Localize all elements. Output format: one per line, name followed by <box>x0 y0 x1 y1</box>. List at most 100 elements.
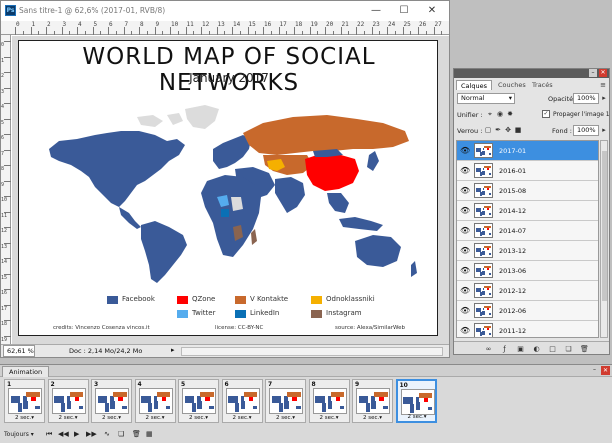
propagate-checkbox[interactable]: ✓ <box>542 110 550 118</box>
lock-all-icon[interactable]: ■ <box>514 126 522 134</box>
layer-row[interactable]: 👁 2016-01 <box>457 161 598 181</box>
eye-icon[interactable]: 👁 <box>460 267 470 275</box>
previous-frame-icon[interactable]: ◀◀ <box>58 430 69 439</box>
layer-row[interactable]: 👁 2012-12 <box>457 281 598 301</box>
eye-icon[interactable]: 👁 <box>460 287 470 295</box>
frame-delay-value: 2 sec. <box>362 415 380 421</box>
animation-frame[interactable]: 8 2 sec.▾ <box>308 379 350 423</box>
tween-icon[interactable]: ∿ <box>104 430 110 439</box>
lock-transparency-icon[interactable]: ▢ <box>484 126 492 134</box>
animation-frame[interactable]: 1 2 sec.▾ <box>4 379 45 423</box>
close-button[interactable]: ✕ <box>417 3 447 19</box>
delete-frame-icon[interactable]: 🗑 <box>132 430 141 439</box>
layer-list-scrollbar[interactable] <box>600 140 608 338</box>
blend-mode-select[interactable]: Normal ▾ <box>457 93 515 104</box>
eye-icon[interactable]: 👁 <box>460 167 470 175</box>
document-info[interactable]: Doc : 2,14 Mo/24,2 Mo <box>69 347 142 355</box>
ruler-number: 0 <box>1 42 5 48</box>
horizontal-ruler[interactable]: 0 1 2 3 4 5 6 7 8 9 10 11 12 13 14 15 16 17 18 19 20 21 22 23 24… <box>1 21 449 35</box>
animation-frame[interactable]: 4 2 sec.▾ <box>134 379 176 423</box>
opacity-arrow-icon[interactable]: ▸ <box>600 94 608 102</box>
trash-icon[interactable]: 🗑 <box>580 345 589 353</box>
layer-list[interactable]: 👁 2017-01 👁 2016-01 👁 2015-08 👁 2014-12 👁 2014-07… <box>456 140 599 338</box>
eye-icon[interactable]: 👁 <box>460 307 470 315</box>
lock-pixels-icon[interactable]: ✒ <box>494 126 502 134</box>
scrollbar-thumb[interactable] <box>602 151 607 301</box>
link-icon[interactable]: ∞ <box>484 345 493 353</box>
ruler-tick <box>4 87 11 89</box>
animation-frame[interactable]: 9 2 sec.▾ <box>352 379 393 423</box>
eye-icon[interactable]: 👁 <box>460 327 470 335</box>
tab-calques[interactable]: Calques <box>456 80 492 90</box>
panel-menu-icon[interactable]: ≡ <box>599 81 607 89</box>
layer-row[interactable]: 👁 2013-12 <box>457 241 598 261</box>
first-frame-icon[interactable]: ⏮ <box>46 430 52 439</box>
frame-delay[interactable]: 2 sec.▾ <box>49 415 88 421</box>
new-layer-icon[interactable]: ❏ <box>564 345 573 353</box>
layer-row[interactable]: 👁 2014-07 <box>457 221 598 241</box>
convert-timeline-icon[interactable]: ▦ <box>146 430 153 439</box>
eye-icon[interactable]: 👁 <box>460 187 470 195</box>
animation-frame[interactable]: 7 2 sec.▾ <box>265 379 306 423</box>
loop-value: Toujours <box>4 431 29 438</box>
frame-delay[interactable]: 2 sec.▾ <box>179 415 218 421</box>
adjustment-icon[interactable]: ◐ <box>532 345 541 353</box>
eye-icon[interactable]: 👁 <box>460 227 470 235</box>
eye-icon[interactable]: 👁 <box>460 247 470 255</box>
group-icon[interactable]: □ <box>548 345 557 353</box>
layer-row[interactable]: 👁 2017-01 <box>457 141 598 161</box>
unify-visibility-icon[interactable]: ◉ <box>496 110 504 118</box>
fill-arrow-icon[interactable]: ▸ <box>600 126 608 134</box>
status-menu-arrow-icon[interactable]: ▸ <box>171 346 175 354</box>
panel-collapse-icon[interactable]: – <box>590 366 599 375</box>
frame-delay[interactable]: 2 sec.▾ <box>353 415 392 421</box>
panel-header[interactable]: – ✕ <box>454 69 609 78</box>
frame-delay[interactable]: 2 sec.▾ <box>92 415 131 421</box>
tab-couches[interactable]: Couches <box>494 80 530 90</box>
map-artboard[interactable]: WORLD MAP OF SOCIAL NETWORKS January 201… <box>18 40 438 336</box>
animation-frame[interactable]: 10 2 sec.▾ <box>395 379 437 423</box>
eye-icon[interactable]: 👁 <box>460 207 470 215</box>
unify-style-icon[interactable]: ✸ <box>506 110 514 118</box>
horizontal-scrollbar[interactable] <box>181 347 443 356</box>
vertical-ruler[interactable]: 0 1 2 3 4 5 6 7 8 9 10 11 12 13 14 15 16 17 18 19 <box>1 35 11 345</box>
panel-collapse-icon[interactable]: – <box>589 69 597 77</box>
frame-delay[interactable]: 2 sec.▾ <box>398 414 437 420</box>
frame-delay[interactable]: 2 sec.▾ <box>266 415 305 421</box>
panel-close-icon[interactable]: ✕ <box>601 366 610 375</box>
layer-thumbnail <box>474 163 493 178</box>
fill-label: Fond : <box>552 127 572 135</box>
ruler-number: 13 <box>1 243 8 250</box>
tab-traces[interactable]: Tracés <box>528 80 557 90</box>
unify-position-icon[interactable]: ⌖ <box>486 110 494 118</box>
animation-frame[interactable]: 6 2 sec.▾ <box>221 379 263 423</box>
frame-delay[interactable]: 2 sec.▾ <box>5 415 44 421</box>
layer-row[interactable]: 👁 2014-12 <box>457 201 598 221</box>
eye-icon[interactable]: 👁 <box>460 147 470 155</box>
animation-frame[interactable]: 3 2 sec.▾ <box>91 379 132 423</box>
layer-row[interactable]: 👁 2015-08 <box>457 181 598 201</box>
layer-row[interactable]: 👁 2013-06 <box>457 261 598 281</box>
minimize-button[interactable]: — <box>363 3 389 19</box>
opacity-field[interactable]: 100% <box>573 93 599 104</box>
frame-delay[interactable]: 2 sec.▾ <box>310 415 349 421</box>
animation-frame[interactable]: 5 2 sec.▾ <box>178 379 219 423</box>
tab-animation[interactable]: Animation <box>2 366 50 377</box>
frame-delay[interactable]: 2 sec.▾ <box>223 415 262 421</box>
document-title-bar[interactable]: Ps Sans titre-1 @ 62,6% (2017-01, RVB/8)… <box>1 1 449 21</box>
fx-icon[interactable]: ƒ <box>500 345 509 353</box>
loop-select[interactable]: Toujours ▾ <box>4 430 40 440</box>
next-frame-icon[interactable]: ▶▶ <box>86 430 97 439</box>
duplicate-frame-icon[interactable]: ❏ <box>118 430 124 439</box>
play-icon[interactable]: ▶ <box>74 430 79 439</box>
mask-icon[interactable]: ▣ <box>516 345 525 353</box>
lock-position-icon[interactable]: ✥ <box>504 126 512 134</box>
layer-row[interactable]: 👁 2012-06 <box>457 301 598 321</box>
zoom-field[interactable]: 62,61 % <box>3 345 35 357</box>
animation-frame[interactable]: 2 2 sec.▾ <box>47 379 89 423</box>
fill-field[interactable]: 100% <box>573 125 599 136</box>
maximize-button[interactable]: ☐ <box>391 3 417 19</box>
panel-close-icon[interactable]: ✕ <box>599 69 607 77</box>
layer-row[interactable]: 👁 2011-12 <box>457 321 598 337</box>
frame-delay[interactable]: 2 sec.▾ <box>136 415 175 421</box>
